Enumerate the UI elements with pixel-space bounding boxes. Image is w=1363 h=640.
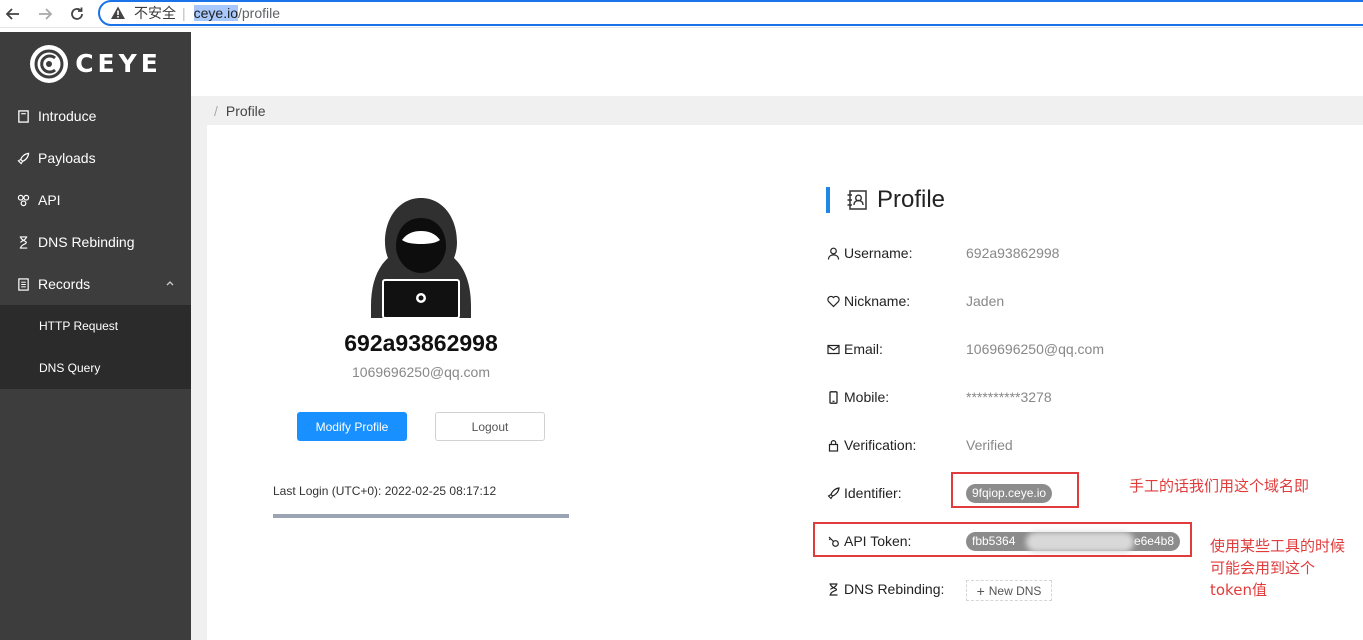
sidebar-item-introduce[interactable]: Introduce [0, 95, 191, 137]
token-note-line2: 可能会用到这个 [1210, 559, 1316, 577]
mail-icon [827, 343, 840, 356]
username-value: 692a93862998 [966, 245, 1060, 261]
nickname-label: Nickname: [844, 293, 911, 309]
email-label: Email: [844, 341, 883, 357]
logo[interactable]: CEYE [0, 32, 191, 95]
insecure-label: 不安全 [134, 5, 176, 21]
verification-label: Verification: [844, 437, 917, 453]
sidebar-item-dns-rebinding[interactable]: DNS Rebinding [0, 221, 191, 263]
hourglass-icon [827, 582, 840, 596]
sidebar-item-label: API [38, 192, 61, 208]
identifier-highlight-box [951, 472, 1079, 508]
heart-icon [827, 295, 840, 308]
plus-icon: + [976, 582, 985, 599]
logo-text: CEYE [75, 49, 162, 78]
sidebar-item-payloads[interactable]: Payloads [0, 137, 191, 179]
book-icon [16, 109, 30, 123]
back-icon[interactable] [2, 3, 24, 25]
dns-rebinding-label: DNS Rebinding: [844, 581, 945, 597]
warning-icon [111, 6, 125, 19]
row-dns-rebinding: DNS Rebinding: [827, 579, 944, 599]
browser-toolbar: 不安全 | ceye.io /profile [0, 0, 1363, 28]
url-path: /profile [238, 5, 281, 21]
address-bar[interactable]: 不安全 | ceye.io /profile [98, 0, 1363, 26]
row-identifier: Identifier: [827, 483, 902, 503]
url-host: ceye.io [193, 5, 238, 21]
sidebar-item-dns-query[interactable]: DNS Query [0, 347, 191, 389]
sidebar-item-label: Introduce [38, 108, 97, 124]
row-mobile: Mobile: [827, 387, 889, 407]
reload-icon[interactable] [66, 3, 88, 25]
forward-icon[interactable] [34, 3, 56, 25]
token-highlight-box [813, 522, 1192, 557]
email-value: 1069696250@qq.com [966, 341, 1104, 357]
logout-button[interactable]: Logout [435, 412, 545, 441]
profile-card-icon [847, 190, 867, 210]
new-dns-label: New DNS [988, 583, 1042, 598]
title-accent-bar [826, 187, 830, 213]
mobile-value: **********3278 [966, 389, 1052, 405]
row-email: Email: [827, 339, 883, 359]
avatar [371, 198, 471, 319]
profile-username: 692a93862998 [344, 330, 498, 356]
hourglass-icon [16, 235, 30, 249]
top-header [191, 32, 1363, 96]
sidebar-item-api[interactable]: API [0, 179, 191, 221]
api-icon [16, 193, 30, 207]
user-icon [827, 247, 840, 260]
rocket-icon [16, 151, 30, 165]
records-icon [16, 277, 30, 291]
breadcrumb-current: Profile [225, 102, 266, 119]
token-note-line1: 使用某些工具的时候 [1210, 537, 1346, 555]
last-login-bar [273, 514, 569, 518]
sidebar-item-http-request[interactable]: HTTP Request [0, 305, 191, 347]
profile-email: 1069696250@qq.com [352, 364, 490, 380]
username-label: Username: [844, 245, 913, 261]
breadcrumb: / Profile [191, 96, 1363, 125]
breadcrumb-separator: / [214, 102, 218, 119]
rocket-icon [827, 486, 840, 500]
sidebar-item-label: DNS Rebinding [38, 234, 135, 250]
page-title: Profile [877, 186, 946, 213]
last-login-text: Last Login (UTC+0): 2022-02-25 08:17:12 [273, 484, 497, 498]
modify-profile-button[interactable]: Modify Profile [297, 412, 407, 441]
new-dns-button[interactable]: + New DNS [966, 580, 1052, 601]
verification-value: Verified [966, 437, 1013, 453]
sidebar-item-label: Payloads [38, 150, 96, 166]
identifier-label: Identifier: [844, 485, 902, 501]
row-nickname: Nickname: [827, 291, 910, 311]
content-gutter [191, 125, 207, 640]
sidebar-item-label: Records [38, 276, 91, 292]
chevron-up-icon[interactable] [165, 278, 175, 288]
lock-icon [827, 439, 840, 452]
sidebar-item-records[interactable]: Records [0, 263, 191, 305]
mobile-icon [827, 390, 840, 404]
sidebar: CEYE Introduce Payloads API DNS Rebindin… [0, 32, 191, 640]
ceye-logo-icon [30, 44, 69, 83]
identifier-note: 手工的话我们用这个域名即 [1129, 477, 1310, 495]
nickname-value: Jaden [966, 293, 1005, 309]
token-note-line3: token值 [1210, 581, 1267, 599]
mobile-label: Mobile: [844, 389, 890, 405]
row-username: Username: [827, 243, 912, 263]
address-separator: | [182, 5, 186, 21]
row-verification: Verification: [827, 435, 916, 455]
records-submenu: HTTP Request DNS Query [0, 305, 191, 389]
